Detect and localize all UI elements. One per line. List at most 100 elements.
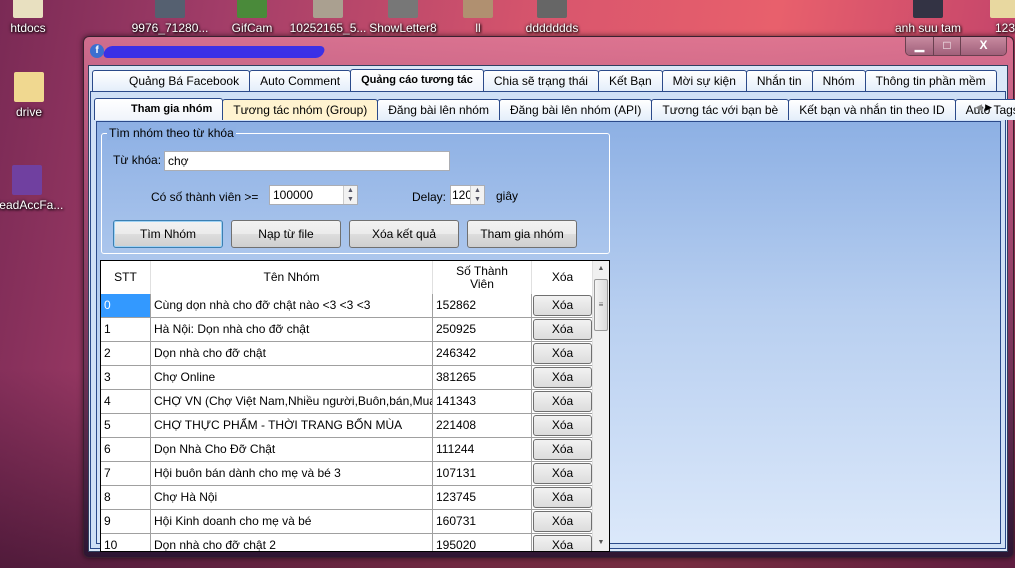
title-bar[interactable]: f — [90, 41, 690, 65]
table-row[interactable]: 8 Chợ Hà Nội 123745 Xóa — [101, 486, 594, 510]
table-row[interactable]: 0 Cùng dọn nhà cho đỡ chật nào <3 <3 <3 15… — [101, 294, 594, 318]
cell-name[interactable]: Dọn Nhà Cho Đỡ Chật — [151, 438, 433, 461]
cell-stt[interactable]: 0 — [101, 294, 151, 317]
col-name[interactable]: Tên Nhóm — [151, 261, 433, 294]
outer-tab[interactable]: Quảng Bá Facebook — [92, 70, 251, 91]
inner-tab[interactable]: Đăng bài lên nhóm (API) — [498, 99, 653, 120]
desktop-icon[interactable]: ShowLetter8 — [363, 0, 443, 35]
join-groups-button[interactable]: Tham gia nhóm — [467, 220, 577, 248]
cell-name[interactable]: Hội Kinh doanh cho mẹ và bé — [151, 510, 433, 533]
delete-row-button[interactable]: Xóa — [533, 487, 592, 508]
desktop-icon[interactable]: GifCam — [212, 0, 292, 35]
cell-stt[interactable]: 5 — [101, 414, 151, 437]
table-row[interactable]: 1 Hà Nội: Dọn nhà cho đỡ chật 250925 Xóa — [101, 318, 594, 342]
scroll-thumb[interactable]: ≡ — [594, 279, 608, 331]
delete-row-button[interactable]: Xóa — [533, 511, 592, 532]
table-row[interactable]: 7 Hội buôn bán dành cho mẹ và bé 3 107131 X… — [101, 462, 594, 486]
outer-tab[interactable]: Auto Comment — [249, 70, 352, 91]
desktop-icon[interactable]: 9976_71280... — [130, 0, 210, 35]
desktop-icon[interactable]: ddddddds — [512, 0, 592, 35]
spin-arrows-icon[interactable]: ▲ ▼ — [470, 186, 484, 204]
table-row[interactable]: 6 Dọn Nhà Cho Đỡ Chật 111244 Xóa — [101, 438, 594, 462]
tab-scroll-right-icon[interactable]: ▶ — [985, 102, 995, 112]
cell-members[interactable]: 141343 — [433, 390, 532, 413]
outer-tab[interactable]: Thông tin phần mềm — [864, 70, 997, 91]
delete-row-button[interactable]: Xóa — [533, 343, 592, 364]
table-row[interactable]: 9 Hội Kinh doanh cho mẹ và bé 160731 Xóa — [101, 510, 594, 534]
minimize-button[interactable]: ▁ — [906, 37, 933, 55]
cell-members[interactable]: 123745 — [433, 486, 532, 509]
outer-tab[interactable]: Nhóm — [811, 70, 866, 91]
cell-members[interactable]: 152862 — [433, 294, 532, 317]
keyword-input[interactable]: chợ — [164, 151, 450, 171]
delete-row-button[interactable]: Xóa — [533, 415, 592, 436]
outer-tab[interactable]: Chia sẽ trạng thái — [482, 70, 599, 91]
cell-stt[interactable]: 4 — [101, 390, 151, 413]
desktop-icon[interactable]: anh suu tam — [888, 0, 968, 35]
cell-name[interactable]: Hội buôn bán dành cho mẹ và bé 3 — [151, 462, 433, 485]
tab-scroll-left-icon[interactable]: ◀ — [975, 102, 985, 112]
desktop-icon[interactable]: 10252165_5... — [288, 0, 368, 35]
cell-members[interactable]: 111244 — [433, 438, 532, 461]
delete-row-button[interactable]: Xóa — [533, 367, 592, 388]
cell-stt[interactable]: 6 — [101, 438, 151, 461]
delete-row-button[interactable]: Xóa — [533, 535, 592, 551]
delete-row-button[interactable]: Xóa — [533, 319, 592, 340]
cell-name[interactable]: Hà Nội: Dọn nhà cho đỡ chật — [151, 318, 433, 341]
cell-name[interactable]: Chợ Hà Nội — [151, 486, 433, 509]
inner-tab[interactable]: Kết bạn và nhắn tin theo ID — [788, 99, 956, 120]
close-button[interactable]: X — [960, 37, 1006, 55]
desktop-icon[interactable]: 123 — [965, 0, 1015, 35]
cell-name[interactable]: Cùng dọn nhà cho đỡ chật nào <3 <3 <3 — [151, 294, 433, 317]
find-groups-button[interactable]: Tìm Nhóm — [113, 220, 223, 248]
cell-members[interactable]: 246342 — [433, 342, 532, 365]
delete-row-button[interactable]: Xóa — [533, 391, 592, 412]
delay-stepper[interactable]: 120 ▲ ▼ — [450, 185, 485, 205]
desktop-icon[interactable]: ll — [438, 0, 518, 35]
desktop-icon[interactable]: drive — [0, 72, 69, 119]
inner-tab[interactable]: Tương tác với bạn bè — [651, 99, 790, 120]
cell-name[interactable]: Dọn nhà cho đỡ chật — [151, 342, 433, 365]
desktop-icon[interactable]: ReadAccFa... — [0, 165, 67, 212]
scroll-down-icon[interactable]: ▼ — [593, 535, 609, 551]
delete-row-button[interactable]: Xóa — [533, 463, 592, 484]
scroll-up-icon[interactable]: ▲ — [593, 261, 609, 277]
outer-tab[interactable]: Nhắn tin — [745, 70, 813, 91]
delete-row-button[interactable]: Xóa — [533, 295, 592, 316]
cell-stt[interactable]: 3 — [101, 366, 151, 389]
vertical-scrollbar[interactable]: ▲ ≡ ▼ — [592, 261, 609, 551]
outer-tab[interactable]: Mời sự kiện — [661, 70, 747, 91]
cell-members[interactable]: 107131 — [433, 462, 532, 485]
col-stt[interactable]: STT — [101, 261, 151, 294]
cell-members[interactable]: 381265 — [433, 366, 532, 389]
members-stepper[interactable]: 100000 ▲ ▼ — [269, 185, 358, 205]
table-row[interactable]: 10 Dọn nhà cho đỡ chật 2 195020 Xóa — [101, 534, 594, 551]
cell-stt[interactable]: 1 — [101, 318, 151, 341]
cell-members[interactable]: 195020 — [433, 534, 532, 551]
inner-tab[interactable]: Tham gia nhóm — [94, 98, 224, 120]
cell-name[interactable]: Chợ Online — [151, 366, 433, 389]
outer-tab[interactable]: Kết Bạn — [597, 70, 663, 91]
cell-stt[interactable]: 8 — [101, 486, 151, 509]
maximize-button[interactable]: □ — [933, 37, 960, 55]
cell-name[interactable]: CHỢ VN (Chợ Việt Nam,Nhiều người,Buôn,bá… — [151, 390, 433, 413]
cell-stt[interactable]: 2 — [101, 342, 151, 365]
inner-tab[interactable]: Đăng bài lên nhóm — [377, 99, 500, 120]
inner-tab[interactable]: Tương tác nhóm (Group) — [222, 99, 379, 120]
col-delete[interactable]: Xóa — [532, 261, 594, 294]
delete-row-button[interactable]: Xóa — [533, 439, 592, 460]
cell-name[interactable]: CHỢ THỰC PHẨM - THỜI TRANG BỐN MÙA — [151, 414, 433, 437]
outer-tab[interactable]: Quảng cáo tương tác — [350, 69, 484, 91]
cell-members[interactable]: 160731 — [433, 510, 532, 533]
cell-stt[interactable]: 9 — [101, 510, 151, 533]
desktop-icon[interactable]: htdocs — [0, 0, 68, 35]
cell-stt[interactable]: 7 — [101, 462, 151, 485]
table-row[interactable]: 5 CHỢ THỰC PHẨM - THỜI TRANG BỐN MÙA 22140… — [101, 414, 594, 438]
table-row[interactable]: 2 Dọn nhà cho đỡ chật 246342 Xóa — [101, 342, 594, 366]
cell-members[interactable]: 221408 — [433, 414, 532, 437]
table-row[interactable]: 4 CHỢ VN (Chợ Việt Nam,Nhiều người,Buôn,b… — [101, 390, 594, 414]
cell-name[interactable]: Dọn nhà cho đỡ chật 2 — [151, 534, 433, 551]
cell-stt[interactable]: 10 — [101, 534, 151, 551]
cell-members[interactable]: 250925 — [433, 318, 532, 341]
col-members[interactable]: Số Thành Viên — [433, 261, 532, 294]
